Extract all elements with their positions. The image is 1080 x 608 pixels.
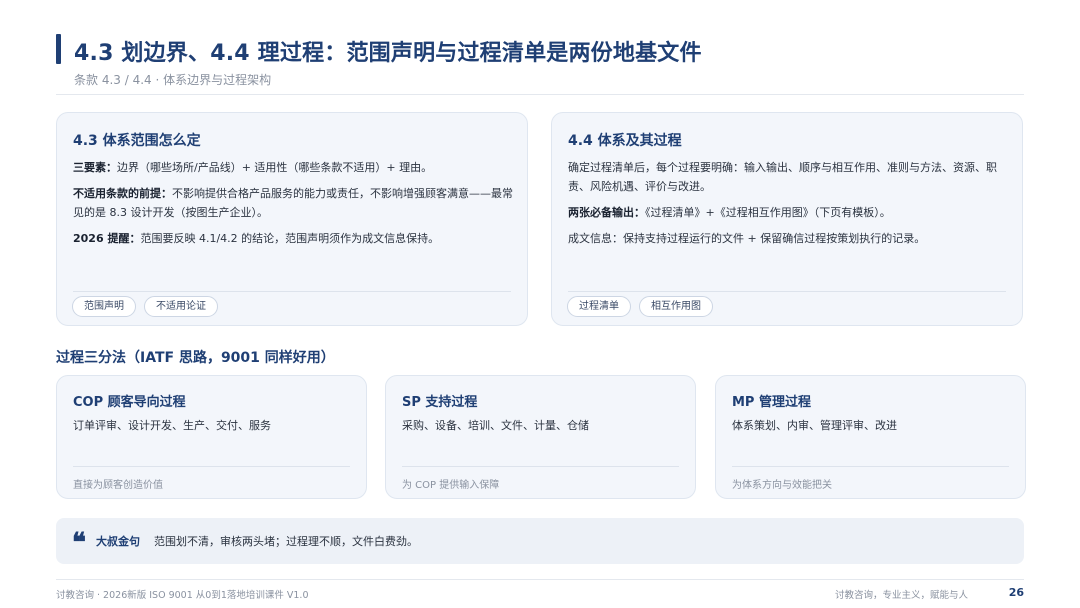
process-type-foot: 直接为顾客创造价值 bbox=[73, 480, 163, 491]
tag-exclusion-justification[interactable]: 不适用论证 bbox=[144, 296, 218, 317]
process-card-body: 确定过程清单后，每个过程要明确：输入输出、顺序与相互作用、准则与方法、资源、职责… bbox=[568, 158, 1008, 255]
process-type-divider bbox=[73, 466, 350, 467]
process-card-divider bbox=[568, 291, 1006, 292]
process-type-card-sp: SP 支持过程 采购、设备、培训、文件、计量、仓储 为 COP 提供输入保障 bbox=[385, 375, 696, 499]
scope-2026-reminder: 2026 提醒：范围要反映 4.1/4.2 的结论，范围声明须作为成文信息保持。 bbox=[73, 229, 513, 248]
process-type-divider bbox=[732, 466, 1009, 467]
header-divider bbox=[56, 94, 1024, 95]
process-outputs: 两张必备输出：《过程清单》+《过程相互作用图》（下页有模板）。 bbox=[568, 203, 1008, 222]
process-card-title: 4.4 体系及其过程 bbox=[568, 133, 682, 149]
process-card: 4.4 体系及其过程 确定过程清单后，每个过程要明确：输入输出、顺序与相互作用、… bbox=[551, 112, 1023, 326]
process-outputs-label: 两张必备输出： bbox=[568, 206, 645, 219]
tag-process-list[interactable]: 过程清单 bbox=[567, 296, 631, 317]
quote-text: 范围划不清，审核两头堵；过程理不顺，文件白费劲。 bbox=[154, 535, 418, 548]
title-accent-bar bbox=[56, 34, 61, 64]
process-type-card-cop: COP 顾客导向过程 订单评审、设计开发、生产、交付、服务 直接为顾客创造价值 bbox=[56, 375, 367, 499]
process-requirements: 确定过程清单后，每个过程要明确：输入输出、顺序与相互作用、准则与方法、资源、职责… bbox=[568, 161, 997, 193]
process-documented-info: 成文信息：保持支持过程运行的文件 + 保留确信过程按策划执行的记录。 bbox=[568, 232, 926, 245]
process-type-title: COP 顾客导向过程 bbox=[73, 395, 186, 410]
footer-divider bbox=[56, 579, 1024, 580]
tag-scope-statement[interactable]: 范围声明 bbox=[72, 296, 136, 317]
scope-three-elements-label: 三要素： bbox=[73, 161, 117, 174]
page-title: 4.3 划边界、4.4 理过程：范围声明与过程清单是两份地基文件 bbox=[74, 41, 702, 66]
scope-tags: 范围声明 不适用论证 bbox=[72, 296, 218, 317]
process-type-desc: 采购、设备、培训、文件、计量、仓储 bbox=[402, 419, 589, 432]
scope-three-elements: 三要素：边界（哪些场所/产品线）+ 适用性（哪些条款不适用）+ 理由。 bbox=[73, 158, 513, 177]
process-type-desc: 订单评审、设计开发、生产、交付、服务 bbox=[73, 419, 271, 432]
footer-course-info: 讨教咨询 · 2026新版 ISO 9001 从0到1落地培训课件 V1.0 bbox=[56, 590, 309, 601]
scope-card-divider bbox=[73, 291, 511, 292]
scope-reminder-label: 2026 提醒： bbox=[73, 232, 141, 245]
footer-slogan: 讨教咨询，专业主义，赋能与人 bbox=[834, 590, 968, 601]
page-subtitle: 条款 4.3 / 4.4 · 体系边界与过程架构 bbox=[74, 73, 272, 87]
scope-reminder-text: 范围要反映 4.1/4.2 的结论，范围声明须作为成文信息保持。 bbox=[140, 232, 440, 245]
quote-marks-icon: ❝ bbox=[72, 530, 86, 552]
quote-banner: ❝ 大叔金句 范围划不清，审核两头堵；过程理不顺，文件白费劲。 bbox=[56, 518, 1024, 564]
process-type-divider bbox=[402, 466, 679, 467]
process-tags: 过程清单 相互作用图 bbox=[567, 296, 713, 317]
process-type-title: MP 管理过程 bbox=[732, 395, 811, 410]
section-heading: 过程三分法（IATF 思路，9001 同样好用） bbox=[56, 350, 335, 366]
tag-interaction-map[interactable]: 相互作用图 bbox=[639, 296, 713, 317]
scope-card-title: 4.3 体系范围怎么定 bbox=[73, 133, 201, 149]
scope-card: 4.3 体系范围怎么定 三要素：边界（哪些场所/产品线）+ 适用性（哪些条款不适… bbox=[56, 112, 528, 326]
quote-label: 大叔金句 bbox=[96, 535, 140, 548]
scope-card-body: 三要素：边界（哪些场所/产品线）+ 适用性（哪些条款不适用）+ 理由。 不适用条… bbox=[73, 158, 513, 255]
scope-exclusion-premise: 不适用条款的前提：不影响提供合格产品服务的能力或责任，不影响增强顾客满意——最常… bbox=[73, 184, 513, 222]
process-type-desc: 体系策划、内审、管理评审、改进 bbox=[732, 419, 897, 432]
page-number: 26 bbox=[1008, 586, 1024, 599]
scope-exclusion-label: 不适用条款的前提： bbox=[73, 187, 172, 200]
process-type-foot: 为体系方向与效能把关 bbox=[732, 480, 832, 491]
process-type-title: SP 支持过程 bbox=[402, 395, 478, 410]
process-outputs-text: 《过程清单》+《过程相互作用图》（下页有模板）。 bbox=[645, 206, 891, 219]
scope-three-elements-text: 边界（哪些场所/产品线）+ 适用性（哪些条款不适用）+ 理由。 bbox=[117, 161, 433, 174]
process-type-foot: 为 COP 提供输入保障 bbox=[402, 480, 500, 491]
process-type-card-mp: MP 管理过程 体系策划、内审、管理评审、改进 为体系方向与效能把关 bbox=[715, 375, 1026, 499]
